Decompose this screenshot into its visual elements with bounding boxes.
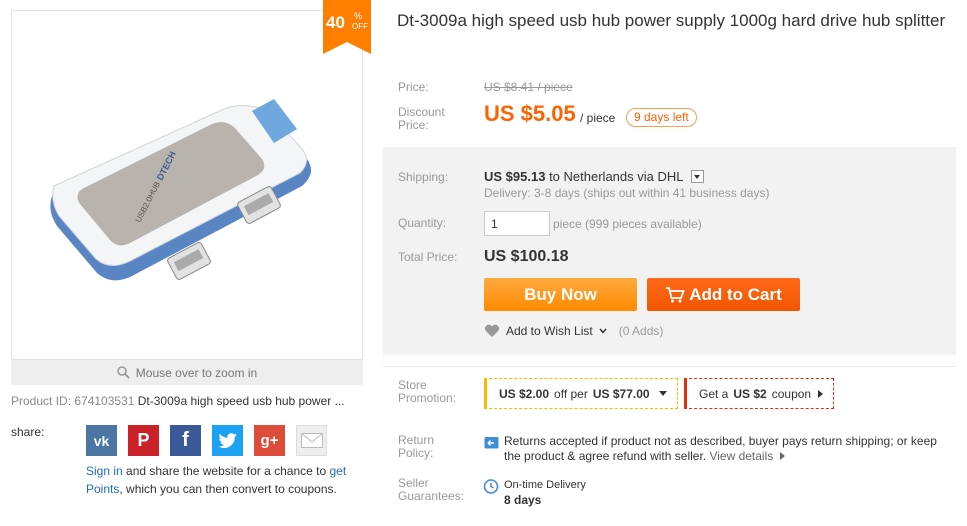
signin-share-text: Sign in and share the website for a chan…	[86, 464, 347, 496]
buy-now-button[interactable]: Buy Now	[484, 278, 637, 311]
return-policy-label: Return Policy:	[398, 433, 435, 460]
points-link[interactable]: Points	[86, 482, 119, 496]
twitter-icon[interactable]	[212, 425, 243, 456]
zoom-hint: Mouse over to zoom in	[135, 365, 258, 380]
view-details-link[interactable]: View details	[709, 449, 773, 463]
discount-price-label: Discount Price:	[398, 105, 445, 132]
quantity-label: Quantity:	[398, 216, 447, 230]
share-label: share:	[11, 425, 45, 439]
product-title: Dt-3009a high speed usb hub power supply…	[397, 11, 946, 30]
discount-pct-sign: %	[354, 11, 362, 21]
store-promotion-label: Store Promotion:	[398, 378, 457, 405]
caret-down-icon	[658, 391, 667, 396]
heart-icon	[484, 324, 500, 337]
total-price-label: Total Price:	[398, 250, 458, 264]
email-icon[interactable]	[296, 425, 327, 456]
total-price: US $100.18	[484, 248, 569, 265]
caret-right-icon	[779, 452, 785, 460]
shipping-summary[interactable]: US $95.13 to Netherlands via DHL	[484, 169, 704, 184]
discount-percent: 40	[326, 13, 345, 32]
quantity-input[interactable]	[484, 211, 550, 236]
product-id-line: Product ID: 674103531 Dt-3009a high spee…	[11, 394, 345, 408]
price-label: Price:	[398, 80, 429, 94]
per-piece-unit: / piece	[580, 111, 616, 125]
discount-off: OFF	[352, 22, 368, 31]
wish-count: (0 Adds)	[618, 324, 664, 338]
product-short-name: Dt-3009a high speed usb hub power ...	[137, 394, 345, 408]
get-points-link[interactable]: get	[330, 464, 347, 478]
return-icon	[484, 437, 499, 449]
discount-price: US $5.05	[484, 101, 576, 126]
caret-right-icon	[818, 389, 824, 398]
shipping-cost: US $95.13	[484, 169, 546, 184]
facebook-icon[interactable]: f	[170, 425, 201, 456]
shipping-delivery: Delivery: 3-8 days (ships out within 41 …	[484, 186, 770, 200]
divider	[383, 366, 956, 367]
pinterest-icon[interactable]: P	[128, 425, 159, 456]
original-price: US $8.41 / piece	[484, 80, 573, 94]
get-coupon-button[interactable]: Get a US $2 coupon	[684, 378, 835, 409]
chevron-down-icon	[599, 328, 607, 334]
return-policy-text: Returns accepted if product not as descr…	[504, 434, 937, 463]
magnifier-icon	[116, 366, 130, 379]
wish-list-link[interactable]: Add to Wish List	[506, 324, 593, 338]
zoom-hint-bar: Mouse over to zoom in	[11, 360, 363, 385]
ontime-delivery: On-time Delivery 8 days	[504, 479, 586, 507]
shipping-dropdown-icon[interactable]	[690, 170, 704, 183]
seller-guarantees-label: Seller Guarantees:	[398, 476, 465, 503]
google-plus-icon[interactable]: g+	[254, 425, 285, 456]
add-to-cart-button[interactable]: Add to Cart	[647, 278, 800, 311]
clock-icon	[483, 479, 499, 494]
discount-badge: 40 % OFF	[323, 0, 371, 54]
shipping-label: Shipping:	[398, 170, 449, 184]
product-image-frame[interactable]: DTECH USB2.0HUB	[11, 10, 363, 360]
cart-icon	[666, 286, 685, 302]
quantity-availability: piece (999 pieces available)	[553, 217, 702, 231]
shipping-destination: Netherlands via DHL	[563, 169, 683, 184]
vk-icon[interactable]: vk	[86, 425, 117, 456]
wish-list-row[interactable]: Add to Wish List (0 Adds)	[484, 324, 663, 338]
product-id: Product ID: 674103531	[11, 394, 135, 408]
product-image: DTECH USB2.0HUB	[50, 99, 311, 281]
signin-link[interactable]: Sign in	[86, 464, 123, 478]
days-left-badge: 9 days left	[626, 108, 697, 127]
store-promotion-dropdown[interactable]: US $2.00 off per US $77.00	[484, 378, 678, 409]
